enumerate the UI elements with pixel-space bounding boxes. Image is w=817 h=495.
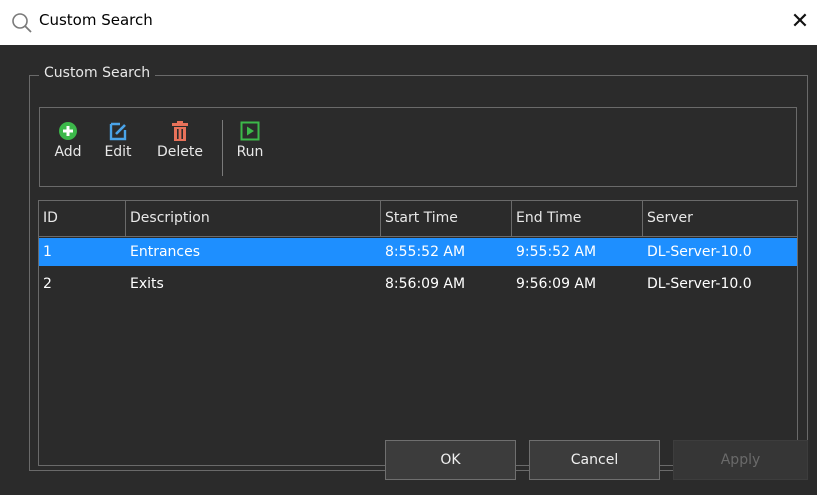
edit-label: Edit [104, 144, 132, 160]
add-button[interactable]: Add [48, 120, 88, 160]
cell-start-time: 8:56:09 AM [385, 276, 466, 292]
toolbar: Add Edit Delete Run [39, 107, 797, 187]
cell-id: 1 [43, 244, 52, 260]
search-table: ID Description Start Time End Time Serve… [38, 200, 798, 466]
table-row[interactable]: 1 Entrances 8:55:52 AM 9:55:52 AM DL-Ser… [39, 238, 797, 266]
apply-button[interactable]: Apply [673, 440, 808, 480]
delete-button[interactable]: Delete [150, 120, 210, 160]
cell-end-time: 9:56:09 AM [516, 276, 597, 292]
run-button[interactable]: Run [232, 120, 268, 160]
trash-icon [172, 121, 188, 141]
table-header: ID Description Start Time End Time Serve… [39, 201, 797, 237]
cell-end-time: 9:55:52 AM [516, 244, 597, 260]
delete-label: Delete [157, 144, 203, 160]
window-title: Custom Search [39, 11, 153, 29]
search-icon [12, 13, 32, 33]
column-header-end-time[interactable]: End Time [512, 201, 643, 236]
cell-server: DL-Server-10.0 [647, 276, 752, 292]
column-header-id[interactable]: ID [39, 201, 126, 236]
plus-circle-icon [59, 122, 77, 140]
add-label: Add [54, 144, 82, 160]
column-header-start-time[interactable]: Start Time [381, 201, 512, 236]
cell-start-time: 8:55:52 AM [385, 244, 466, 260]
edit-icon [109, 122, 127, 141]
toolbar-separator [222, 120, 223, 176]
ok-button[interactable]: OK [385, 440, 516, 480]
cell-description: Entrances [130, 244, 201, 260]
cell-server: DL-Server-10.0 [647, 244, 752, 260]
table-row[interactable]: 2 Exits 8:56:09 AM 9:56:09 AM DL-Server-… [39, 270, 797, 298]
play-icon [240, 121, 260, 141]
cell-id: 2 [43, 276, 52, 292]
column-header-server[interactable]: Server [643, 201, 797, 236]
column-header-description[interactable]: Description [126, 201, 381, 236]
title-bar: Custom Search ✕ [0, 0, 817, 45]
cancel-button[interactable]: Cancel [529, 440, 660, 480]
cell-description: Exits [130, 276, 164, 292]
dialog-body: Custom Search Add Edit Delete Run ID Des… [0, 45, 817, 495]
close-icon[interactable]: ✕ [790, 11, 810, 33]
run-label: Run [236, 144, 264, 160]
group-legend: Custom Search [39, 65, 156, 81]
edit-button[interactable]: Edit [98, 120, 138, 160]
